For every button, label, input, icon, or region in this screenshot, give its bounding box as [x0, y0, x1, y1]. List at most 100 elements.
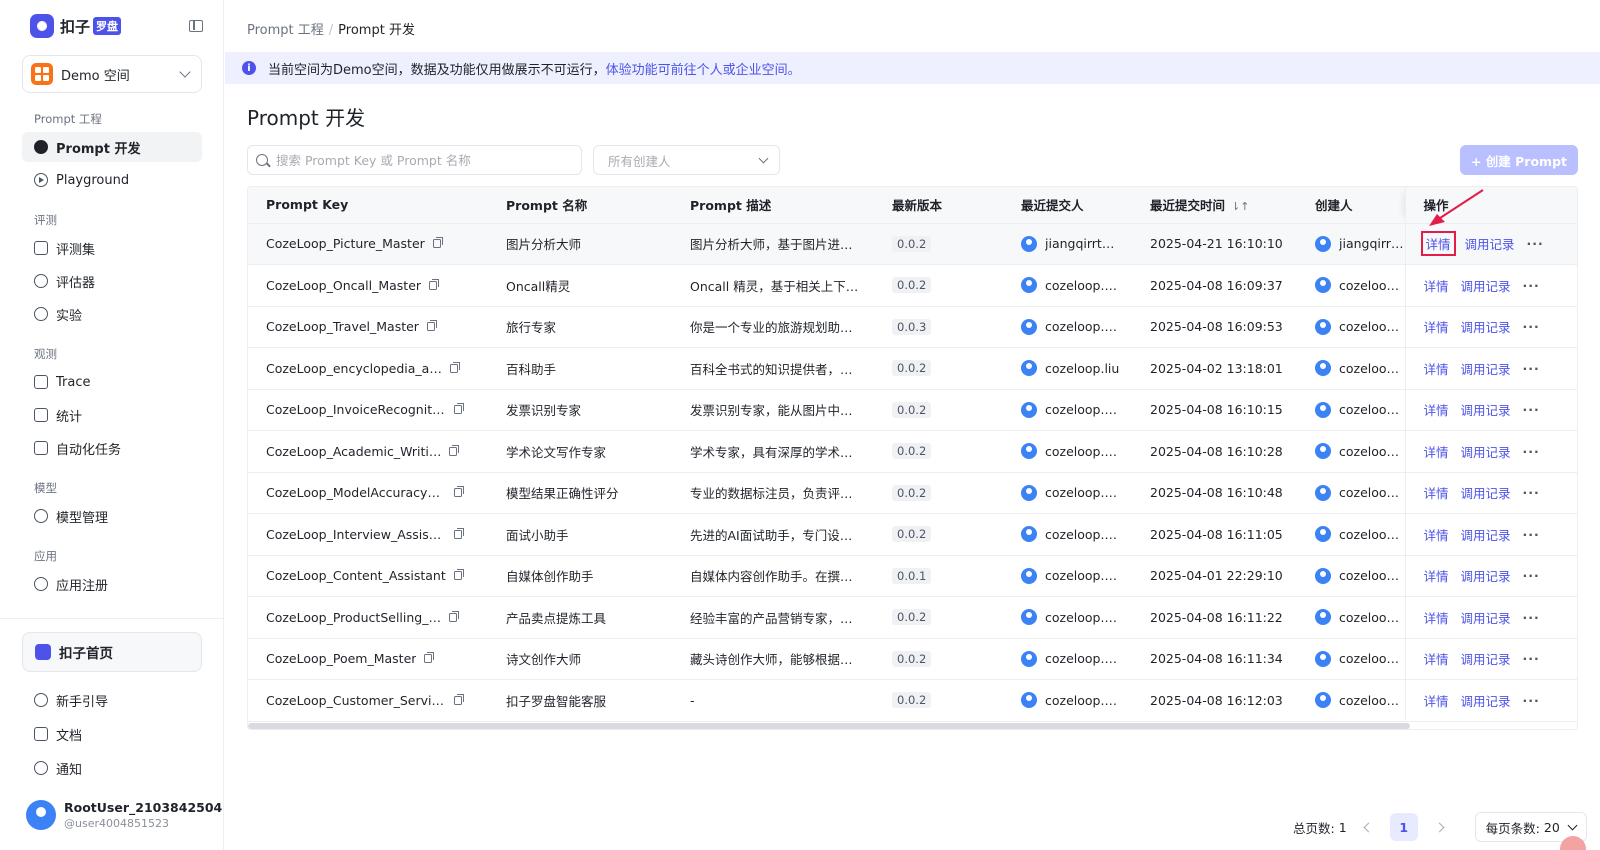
more-icon[interactable]: ··· — [1523, 485, 1540, 500]
copy-icon[interactable] — [454, 527, 464, 539]
copy-icon[interactable] — [449, 361, 460, 373]
table-row[interactable]: CozeLoop_Interview_Assist… 面试小助手 先进的AI面试助手… — [248, 513, 1577, 556]
more-icon[interactable]: ··· — [1523, 361, 1540, 376]
call-log-link[interactable]: 调用记录 — [1461, 483, 1511, 502]
col-header-version: 最新版本 — [874, 187, 1003, 224]
sidebar-item-automation[interactable]: 自动化任务 — [22, 433, 202, 463]
more-icon[interactable]: ··· — [1523, 527, 1540, 542]
call-log-link[interactable]: 调用记录 — [1461, 691, 1511, 710]
table-row[interactable]: CozeLoop_Picture_Master 图片分析大师 图片分析大师，基于图片… — [248, 223, 1577, 265]
copy-icon[interactable] — [454, 486, 464, 498]
sidebar-item-guide[interactable]: 新手引导 — [22, 685, 202, 715]
creator-name: jiangqirrt… — [1339, 236, 1405, 252]
more-icon[interactable]: ··· — [1523, 319, 1540, 334]
table-row[interactable]: CozeLoop_ModelAccuracy_… 模型结果正确性评分 专业的数据标注… — [248, 472, 1577, 514]
sidebar-item-experiments[interactable]: 实验 — [22, 299, 202, 329]
sidebar-item-app-register[interactable]: 应用注册 — [22, 569, 202, 599]
detail-link[interactable]: 详情 — [1424, 442, 1449, 461]
detail-link[interactable]: 详情 — [1424, 276, 1449, 295]
copy-icon[interactable] — [454, 403, 464, 415]
banner-link[interactable]: 体验功能可前往个人或企业空间。 — [606, 59, 801, 78]
detail-link[interactable]: 详情 — [1424, 359, 1449, 378]
detail-link[interactable]: 详情 — [1424, 483, 1449, 502]
col-header-time[interactable]: 最近提交时间 ⇂↑ — [1132, 187, 1297, 224]
task-icon — [34, 441, 48, 455]
call-log-link[interactable]: 调用记录 — [1461, 566, 1511, 585]
call-log-link[interactable]: 调用记录 — [1461, 317, 1511, 336]
call-log-link[interactable]: 调用记录 — [1461, 359, 1511, 378]
call-log-link[interactable]: 调用记录 — [1461, 442, 1511, 461]
sidebar-item-datasets[interactable]: 评测集 — [22, 233, 202, 263]
sidebar-item-docs[interactable]: 文档 — [22, 719, 202, 749]
detail-link[interactable]: 详情 — [1424, 649, 1449, 668]
detail-link[interactable]: 详情 — [1424, 400, 1449, 419]
table-row[interactable]: CozeLoop_ProductSelling_… 产品卖点提炼工具 经验丰富的产品… — [248, 596, 1577, 639]
committer-name: cozeloop.… — [1045, 319, 1117, 335]
table-row[interactable]: CozeLoop_encyclopedia_a… 百科助手 百科全书式的知识提供者，… — [248, 347, 1577, 390]
more-icon[interactable]: ··· — [1523, 693, 1540, 708]
copy-icon[interactable] — [448, 610, 459, 622]
avatar — [1315, 526, 1331, 543]
create-prompt-button[interactable]: + 创建 Prompt — [1460, 145, 1578, 175]
table-row[interactable]: CozeLoop_Academic_Writi… 学术论文写作专家 学术专家，具有深… — [248, 430, 1577, 473]
call-log-link[interactable]: 调用记录 — [1461, 276, 1511, 295]
more-icon[interactable]: ··· — [1523, 610, 1540, 625]
prev-page-icon[interactable] — [1363, 822, 1374, 832]
cell-committer: cozeloop.… — [1003, 513, 1132, 556]
breadcrumb-parent[interactable]: Prompt 工程 — [247, 23, 324, 38]
table-row[interactable]: CozeLoop_Travel_Master 旅行专家 你是一个专业的旅游规划助… 0… — [248, 306, 1577, 348]
version-badge: 0.0.2 — [892, 650, 932, 667]
cell-creator: cozeloop.… — [1297, 638, 1405, 680]
sidebar-item-stats[interactable]: 统计 — [22, 400, 202, 430]
sidebar-item-models[interactable]: 模型管理 — [22, 501, 202, 531]
call-log-link[interactable]: 调用记录 — [1461, 649, 1511, 668]
detail-link[interactable]: 详情 — [1424, 691, 1449, 710]
copy-icon[interactable] — [449, 444, 460, 456]
sidebar-item-notify[interactable]: 通知 — [22, 753, 202, 783]
table-row[interactable]: CozeLoop_Oncall_Master Oncall精灵 Oncall 精灵，… — [248, 264, 1577, 307]
copy-icon[interactable] — [429, 278, 440, 290]
more-icon[interactable]: ··· — [1523, 444, 1540, 459]
sidebar-item-prompt-dev[interactable]: Prompt 开发 — [22, 132, 202, 162]
sidebar-item-playground[interactable]: Playground — [22, 165, 202, 195]
creator-filter-select[interactable]: 所有创建人 — [593, 145, 780, 175]
call-log-link[interactable]: 调用记录 — [1461, 400, 1511, 419]
cell-key: CozeLoop_Travel_Master — [248, 306, 488, 348]
call-log-link[interactable]: 调用记录 — [1461, 608, 1511, 627]
sidebar-item-trace[interactable]: Trace — [22, 367, 202, 397]
sidebar-item-evaluators[interactable]: 评估器 — [22, 266, 202, 296]
bell-icon — [34, 761, 48, 775]
space-selector[interactable]: Demo 空间 — [22, 55, 202, 93]
call-log-link[interactable]: 调用记录 — [1461, 525, 1511, 544]
sidebar-item-coze-home[interactable]: 扣子首页 — [22, 632, 202, 672]
more-icon[interactable]: ··· — [1523, 651, 1540, 666]
info-icon: i — [242, 61, 256, 75]
more-icon[interactable]: ··· — [1523, 278, 1540, 293]
user-profile[interactable]: RootUser_2103842504 @user4004851523 — [26, 800, 222, 830]
sort-icon[interactable]: ⇂↑ — [1231, 200, 1249, 213]
sidebar-collapse-icon[interactable] — [189, 20, 203, 32]
table-header-row: Prompt Key Prompt 名称 Prompt 描述 最新版本 最近提交… — [248, 187, 1577, 224]
detail-link[interactable]: 详情 — [1424, 525, 1449, 544]
more-icon[interactable]: ··· — [1527, 236, 1544, 251]
table-row[interactable]: CozeLoop_Poem_Master 诗文创作大师 藏头诗创作大师，能够根据… 0… — [248, 638, 1577, 680]
current-page[interactable]: 1 — [1389, 813, 1418, 841]
copy-icon[interactable] — [432, 237, 443, 249]
table-row[interactable]: CozeLoop_InvoiceRecogniti… 发票识别专家 发票识别专家，能… — [248, 389, 1577, 431]
copy-icon[interactable] — [454, 693, 464, 705]
search-input[interactable] — [276, 152, 566, 168]
detail-link[interactable]: 详情 — [1424, 608, 1449, 627]
table-row[interactable]: CozeLoop_Content_Assistant 自媒体创作助手 自媒体内容创作… — [248, 555, 1577, 597]
more-icon[interactable]: ··· — [1523, 402, 1540, 417]
brand-logo[interactable]: 扣子 罗盘 — [30, 14, 122, 38]
detail-link[interactable]: 详情 — [1424, 566, 1449, 585]
search-box[interactable] — [247, 145, 582, 175]
copy-icon[interactable] — [426, 320, 437, 332]
horizontal-scrollbar[interactable] — [248, 723, 1410, 729]
detail-link[interactable]: 详情 — [1424, 317, 1449, 336]
copy-icon[interactable] — [424, 652, 435, 664]
more-icon[interactable]: ··· — [1523, 568, 1540, 583]
copy-icon[interactable] — [453, 569, 464, 581]
next-page-icon[interactable] — [1434, 822, 1445, 832]
table-row[interactable]: CozeLoop_Customer_Service 扣子罗盘智能客服 - 0.0.2 c… — [248, 679, 1577, 722]
